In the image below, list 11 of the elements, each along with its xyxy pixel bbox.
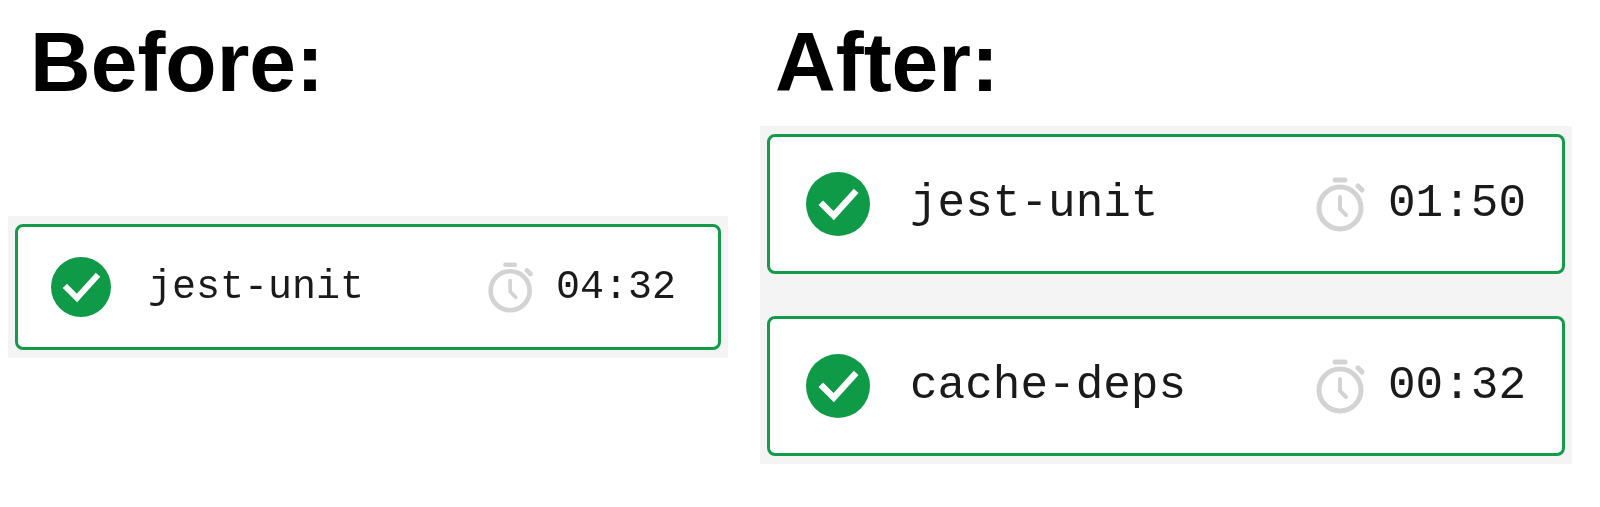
job-duration: 04:32 <box>555 264 676 310</box>
job-name: jest-unit <box>910 178 1160 230</box>
job-name: jest-unit <box>148 264 366 310</box>
job-card[interactable]: cache-deps 00:32 <box>767 316 1565 456</box>
section-heading: Before: <box>30 20 326 104</box>
job-duration: 00:32 <box>1387 360 1526 412</box>
section-heading: After: <box>775 20 1000 104</box>
job-name: cache-deps <box>910 360 1188 412</box>
job-card[interactable]: jest-unit 04:32 <box>15 224 721 350</box>
job-card[interactable]: jest-unit 01:50 <box>767 134 1565 274</box>
job-duration: 01:50 <box>1387 178 1526 230</box>
